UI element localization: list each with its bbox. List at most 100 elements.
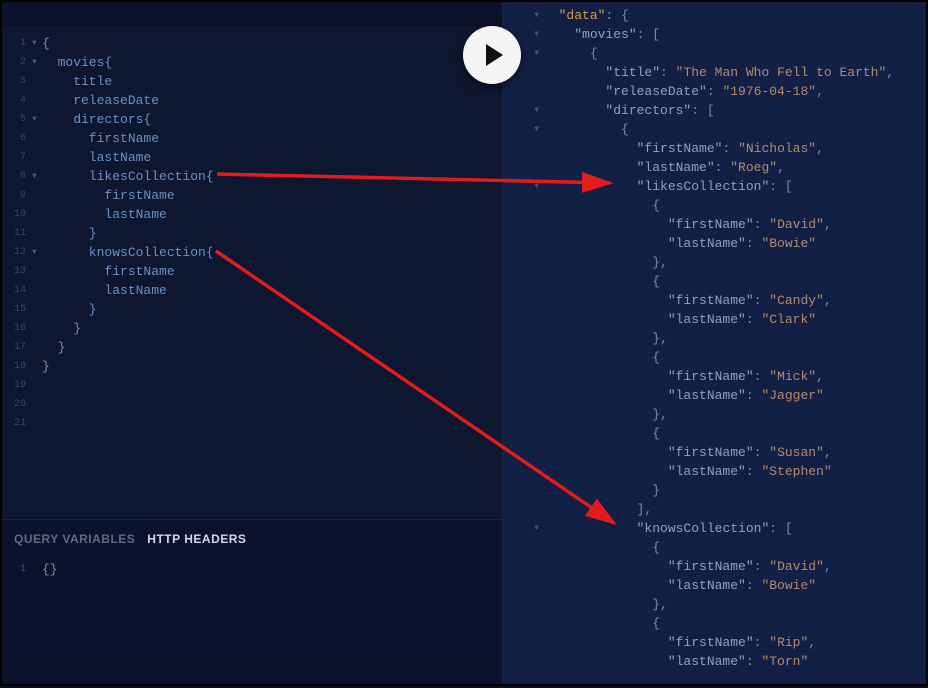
result-text: "directors": [ (543, 101, 715, 120)
toolbar-strip (2, 2, 502, 28)
line-number: 14 (2, 281, 32, 300)
fold-toggle-icon[interactable]: ▼ (32, 53, 42, 72)
tab-http-headers[interactable]: HTTP HEADERS (147, 532, 246, 546)
result-text: "lastName": "Bowie" (543, 576, 816, 595)
result-line: "firstName": "Susan", (503, 443, 926, 462)
bottom-tabs: QUERY VARIABLES HTTP HEADERS (2, 520, 502, 554)
result-line: { (503, 348, 926, 367)
result-text: { (543, 120, 629, 139)
code-text: firstName (42, 186, 175, 205)
code-line: 5▼ directors{ (2, 110, 502, 129)
fold-toggle-icon[interactable]: ▼ (503, 519, 543, 538)
result-text: "firstName": "David", (543, 557, 832, 576)
result-line: { (503, 196, 926, 215)
result-line: "lastName": "Roeg", (503, 158, 926, 177)
result-text: "firstName": "Candy", (543, 291, 832, 310)
result-text: "firstName": "David", (543, 215, 832, 234)
code-line: 16 } (2, 319, 502, 338)
fold-toggle-icon[interactable]: ▼ (503, 177, 543, 196)
line-number: 16 (2, 319, 32, 338)
line-number: 2 (2, 53, 32, 72)
result-line: "lastName": "Bowie" (503, 576, 926, 595)
fold-toggle-icon[interactable]: ▼ (32, 243, 42, 262)
result-line: { (503, 614, 926, 633)
code-line: 2▼ movies{ (2, 53, 502, 72)
result-line: } (503, 481, 926, 500)
result-line: }, (503, 405, 926, 424)
result-text: "movies": [ (543, 25, 660, 44)
run-query-button[interactable] (463, 26, 521, 84)
result-text: }, (543, 329, 668, 348)
code-line: 10 lastName (2, 205, 502, 224)
result-text: "title": "The Man Who Fell to Earth", (543, 63, 894, 82)
result-line: ▼ "movies": [ (503, 25, 926, 44)
code-line: 9 firstName (2, 186, 502, 205)
fold-toggle-icon[interactable]: ▼ (32, 167, 42, 186)
result-line: "lastName": "Clark" (503, 310, 926, 329)
code-text: } (42, 300, 97, 319)
result-text: } (543, 481, 660, 500)
result-line: ▼ { (503, 44, 926, 63)
result-line: "firstName": "Candy", (503, 291, 926, 310)
result-line: "firstName": "David", (503, 557, 926, 576)
line-number: 21 (2, 414, 32, 433)
play-icon (486, 44, 503, 66)
result-text: "knowsCollection": [ (543, 519, 793, 538)
line-number: 13 (2, 262, 32, 281)
tab-query-variables[interactable]: QUERY VARIABLES (14, 532, 135, 546)
result-text: { (543, 348, 660, 367)
fold-toggle-icon[interactable]: ▼ (503, 120, 543, 139)
line-number: 20 (2, 395, 32, 414)
code-text: firstName (42, 129, 159, 148)
result-text: "releaseDate": "1976-04-18", (543, 82, 824, 101)
line-number: 1 (2, 560, 32, 579)
line-number: 15 (2, 300, 32, 319)
code-text: lastName (42, 205, 167, 224)
result-text: "firstName": "Rip", (543, 633, 816, 652)
fold-toggle-icon[interactable]: ▼ (503, 101, 543, 120)
line-number: 4 (2, 91, 32, 110)
code-text: } (42, 224, 97, 243)
code-text: } (42, 338, 65, 357)
query-editor[interactable]: 1▼{2▼ movies{3 title4 releaseDate5▼ dire… (2, 28, 502, 519)
code-line: 14 lastName (2, 281, 502, 300)
code-text: } (42, 319, 81, 338)
left-panel: 1▼{2▼ movies{3 title4 releaseDate5▼ dire… (2, 2, 503, 684)
code-text: likesCollection{ (42, 167, 214, 186)
code-text: title (42, 72, 112, 91)
code-line: 20 (2, 395, 502, 414)
result-text: { (543, 538, 660, 557)
code-text: } (42, 357, 50, 376)
result-line: ▼ "directors": [ (503, 101, 926, 120)
result-text: }, (543, 595, 668, 614)
fold-toggle-icon[interactable]: ▼ (32, 110, 42, 129)
vars-editor[interactable]: 1 {} (2, 554, 502, 579)
fold-toggle-icon[interactable]: ▼ (32, 34, 42, 53)
line-number: 10 (2, 205, 32, 224)
result-line: "lastName": "Bowie" (503, 234, 926, 253)
result-text: }, (543, 253, 668, 272)
line-number: 8 (2, 167, 32, 186)
result-text: { (543, 44, 598, 63)
line-number: 17 (2, 338, 32, 357)
result-line: "lastName": "Stephen" (503, 462, 926, 481)
result-text: { (543, 196, 660, 215)
fold-toggle-icon[interactable]: ▼ (503, 6, 543, 25)
result-text: "lastName": "Clark" (543, 310, 816, 329)
code-line: 3 title (2, 72, 502, 91)
line-number: 11 (2, 224, 32, 243)
line-number: 5 (2, 110, 32, 129)
result-line: { (503, 272, 926, 291)
result-editor[interactable]: ▼ "data": {▼ "movies": [▼ { "title": "Th… (503, 2, 926, 671)
code-text: lastName (42, 281, 167, 300)
result-text: "lastName": "Bowie" (543, 234, 816, 253)
code-text: releaseDate (42, 91, 159, 110)
code-line: 15 } (2, 300, 502, 319)
code-line: 6 firstName (2, 129, 502, 148)
result-line: }, (503, 329, 926, 348)
result-line: "firstName": "David", (503, 215, 926, 234)
result-text: "lastName": "Jagger" (543, 386, 824, 405)
line-number: 3 (2, 72, 32, 91)
result-line: "firstName": "Rip", (503, 633, 926, 652)
bottom-panel: QUERY VARIABLES HTTP HEADERS 1 {} (2, 519, 502, 684)
